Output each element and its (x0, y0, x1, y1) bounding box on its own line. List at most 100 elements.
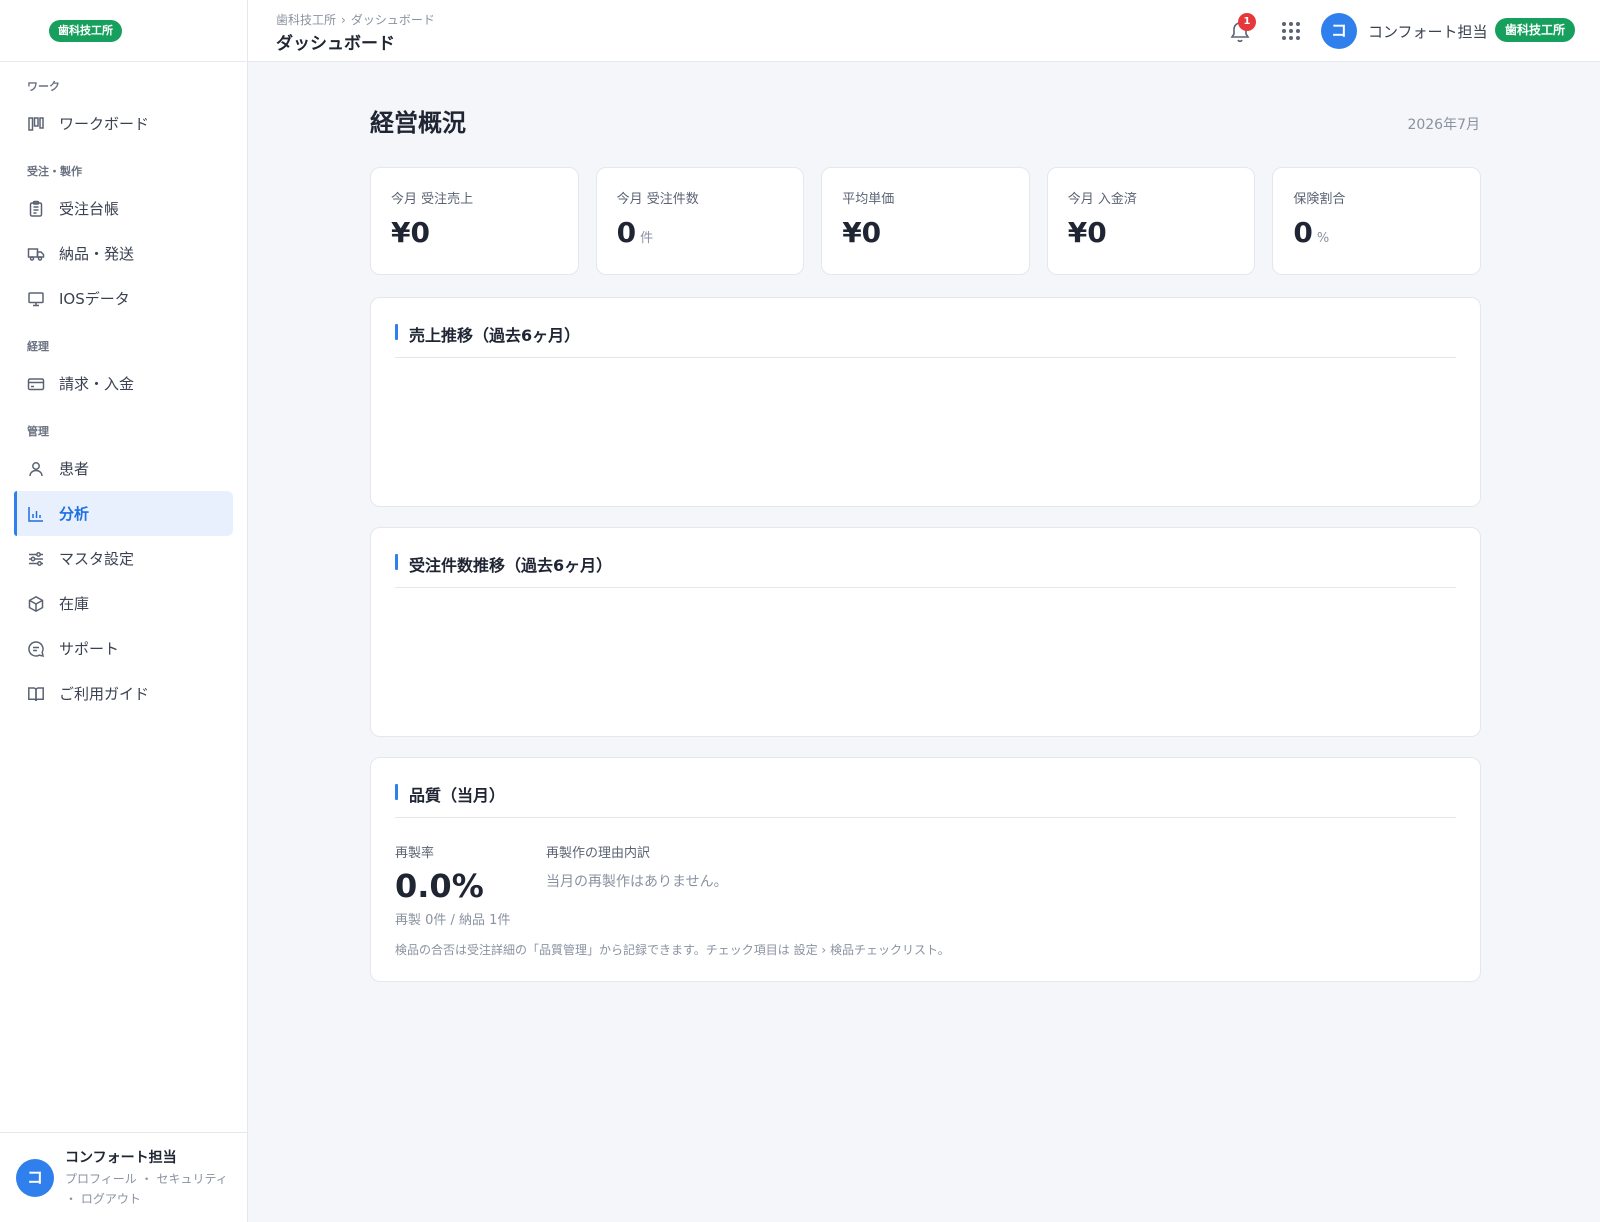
sidebar-item-label: ワークボード (59, 115, 150, 133)
chat-icon (27, 640, 45, 658)
breadcrumb-item[interactable]: 歯科技工所 (276, 13, 336, 27)
kpi-unit: 件 (640, 231, 654, 246)
card-title: 品質（当月） (409, 786, 506, 805)
remake-rate-label: 再製率 (395, 846, 435, 861)
card-title: 売上推移（過去6ヶ月） (409, 326, 581, 345)
breadcrumb: 歯科技工所 › ダッシュボード (276, 11, 435, 28)
sidebar-item-inventory[interactable]: 在庫 (14, 581, 233, 626)
kpi-value: 0% (1293, 216, 1329, 249)
sidebar-section-admin: 管理 (27, 425, 49, 438)
sidebar-item-master-settings[interactable]: マスタ設定 (14, 536, 233, 581)
sidebar-user-panel: コ コンフォート担当 プロフィール ・ セキュリティ ・ ログアウト (0, 1132, 248, 1222)
card-header: 受注件数推移（過去6ヶ月） (395, 552, 1456, 588)
sidebar-item-support[interactable]: サポート (14, 626, 233, 671)
kpi-card-sales: 今月 受注売上 ¥0 (370, 167, 579, 275)
sidebar-item-label: サポート (59, 640, 120, 658)
kpi-card-paid: 今月 入金済 ¥0 (1046, 167, 1256, 275)
sidebar-item-order-ledger[interactable]: 受注台帳 (14, 186, 233, 231)
kpi-unit: % (1316, 231, 1330, 246)
apps-grid-icon[interactable] (1280, 20, 1302, 42)
sidebar-section-accounting: 経理 (27, 340, 49, 353)
bar-chart-icon (27, 505, 45, 523)
kpi-value: 0件 (617, 216, 654, 249)
user-links: プロフィール ・ セキュリティ ・ ログアウト (65, 1169, 241, 1209)
profile-link[interactable]: プロフィール (65, 1172, 137, 1186)
logout-link[interactable]: ログアウト (81, 1192, 141, 1206)
card-header: 売上推移（過去6ヶ月） (395, 322, 1456, 358)
avatar[interactable]: コ (16, 1159, 54, 1197)
remake-reasons-label: 再製作の理由内訳 (546, 846, 651, 861)
kanban-icon (27, 115, 45, 133)
sales-trend-chart (395, 370, 1456, 486)
book-icon (27, 685, 45, 703)
sidebar-item-label: 納品・発送 (59, 245, 135, 263)
sidebar-item-guide[interactable]: ご利用ガイド (14, 671, 233, 716)
kpi-label: 今月 入金済 (1067, 192, 1137, 207)
accent-bar (395, 554, 398, 570)
link-separator: ・ (140, 1172, 153, 1186)
sidebar-item-billing[interactable]: 請求・入金 (14, 361, 233, 406)
sidebar-item-label: 分析 (59, 505, 90, 523)
sidebar-item-label: マスタ設定 (59, 550, 135, 568)
quality-card: 品質（当月） 再製率 0.0% 再製 0件 / 納品 1件 再製作の理由内訳 当… (370, 757, 1481, 982)
sidebar-item-ios-data[interactable]: IOSデータ (14, 276, 233, 321)
sidebar-item-patients[interactable]: 患者 (14, 446, 233, 491)
link-separator: ・ (65, 1192, 78, 1206)
kpi-card-orders: 今月 受注件数 0件 (595, 167, 805, 275)
credit-card-icon (27, 375, 45, 393)
sidebar-item-label: 受注台帳 (59, 200, 120, 218)
kpi-number: ¥0 (1067, 216, 1107, 249)
remake-reasons-block: 再製作の理由内訳 当月の再製作はありません。 (546, 842, 728, 891)
truck-icon (27, 245, 45, 263)
kpi-label: 平均単価 (842, 192, 895, 207)
sidebar-item-label: ご利用ガイド (59, 685, 150, 703)
card-title: 受注件数推移（過去6ヶ月） (409, 556, 613, 575)
sidebar-item-label: 請求・入金 (59, 375, 135, 393)
kpi-number: 0 (616, 216, 637, 249)
notification-count-badge: 1 (1238, 13, 1256, 31)
sidebar-item-delivery[interactable]: 納品・発送 (14, 231, 233, 276)
kpi-value: ¥0 (1068, 216, 1111, 249)
sales-trend-card: 売上推移（過去6ヶ月） (370, 297, 1481, 507)
card-header: 品質（当月） (395, 782, 1456, 818)
remake-rate-value: 0.0% (395, 867, 484, 905)
sidebar-section-work: ワーク (27, 80, 60, 93)
accent-bar (395, 324, 398, 340)
user-icon (27, 460, 45, 478)
kpi-label: 今月 受注売上 (391, 192, 474, 207)
sidebar-item-label: 在庫 (59, 595, 90, 613)
remake-reasons-empty: 当月の再製作はありません。 (546, 874, 728, 890)
kpi-cards: 今月 受注売上 ¥0 今月 受注件数 0件 平均単価 ¥0 今月 入金済 ¥0 … (370, 167, 1481, 275)
clipboard-icon (27, 200, 45, 218)
org-badge[interactable]: 歯科技工所 (1495, 18, 1576, 42)
org-badge[interactable]: 歯科技工所 (49, 20, 122, 42)
sidebar-item-analytics[interactable]: 分析 (14, 491, 233, 536)
security-link[interactable]: セキュリティ (156, 1172, 227, 1186)
user-name[interactable]: コンフォート担当 (1368, 21, 1488, 42)
current-month: 2026年7月 (1407, 117, 1480, 133)
orders-trend-card: 受注件数推移（過去6ヶ月） (370, 527, 1481, 737)
sidebar-item-label: 患者 (59, 460, 90, 478)
sliders-icon (27, 550, 45, 568)
kpi-number: 0 (1293, 216, 1313, 249)
sidebar-item-workboard[interactable]: ワークボード (14, 101, 233, 146)
avatar[interactable]: コ (1321, 13, 1357, 49)
topbar: 歯科技工所 › ダッシュボード ダッシュボード 1 コ コンフォート担当 歯科技工所 (248, 0, 1600, 62)
sidebar-nav: ワーク ワークボード 受注・製作 受注台帳 納品・発送 IOSデータ 経理 請求… (0, 62, 247, 716)
kpi-card-insurance-ratio: 保険割合 0% (1272, 167, 1481, 275)
remake-rate-detail: 再製 0件 / 納品 1件 (395, 913, 511, 928)
breadcrumb-separator: › (341, 13, 346, 27)
kpi-card-average-price: 平均単価 ¥0 (821, 167, 1030, 275)
kpi-number: ¥0 (391, 216, 430, 249)
remake-rate-block: 再製率 0.0% 再製 0件 / 納品 1件 (395, 842, 510, 928)
kpi-value: ¥0 (842, 216, 885, 249)
box-icon (27, 595, 45, 613)
page-title: ダッシュボード (276, 34, 395, 54)
breadcrumb-item: ダッシュボード (350, 13, 435, 27)
kpi-label: 今月 受注件数 (616, 192, 699, 207)
section-title: 経営概況 (370, 109, 466, 137)
kpi-value: ¥0 (391, 216, 434, 249)
kpi-number: ¥0 (842, 216, 882, 249)
sidebar-item-label: IOSデータ (59, 290, 130, 308)
sidebar: 歯科技工所 ワーク ワークボード 受注・製作 受注台帳 納品・発送 IOSデータ… (0, 0, 248, 1222)
